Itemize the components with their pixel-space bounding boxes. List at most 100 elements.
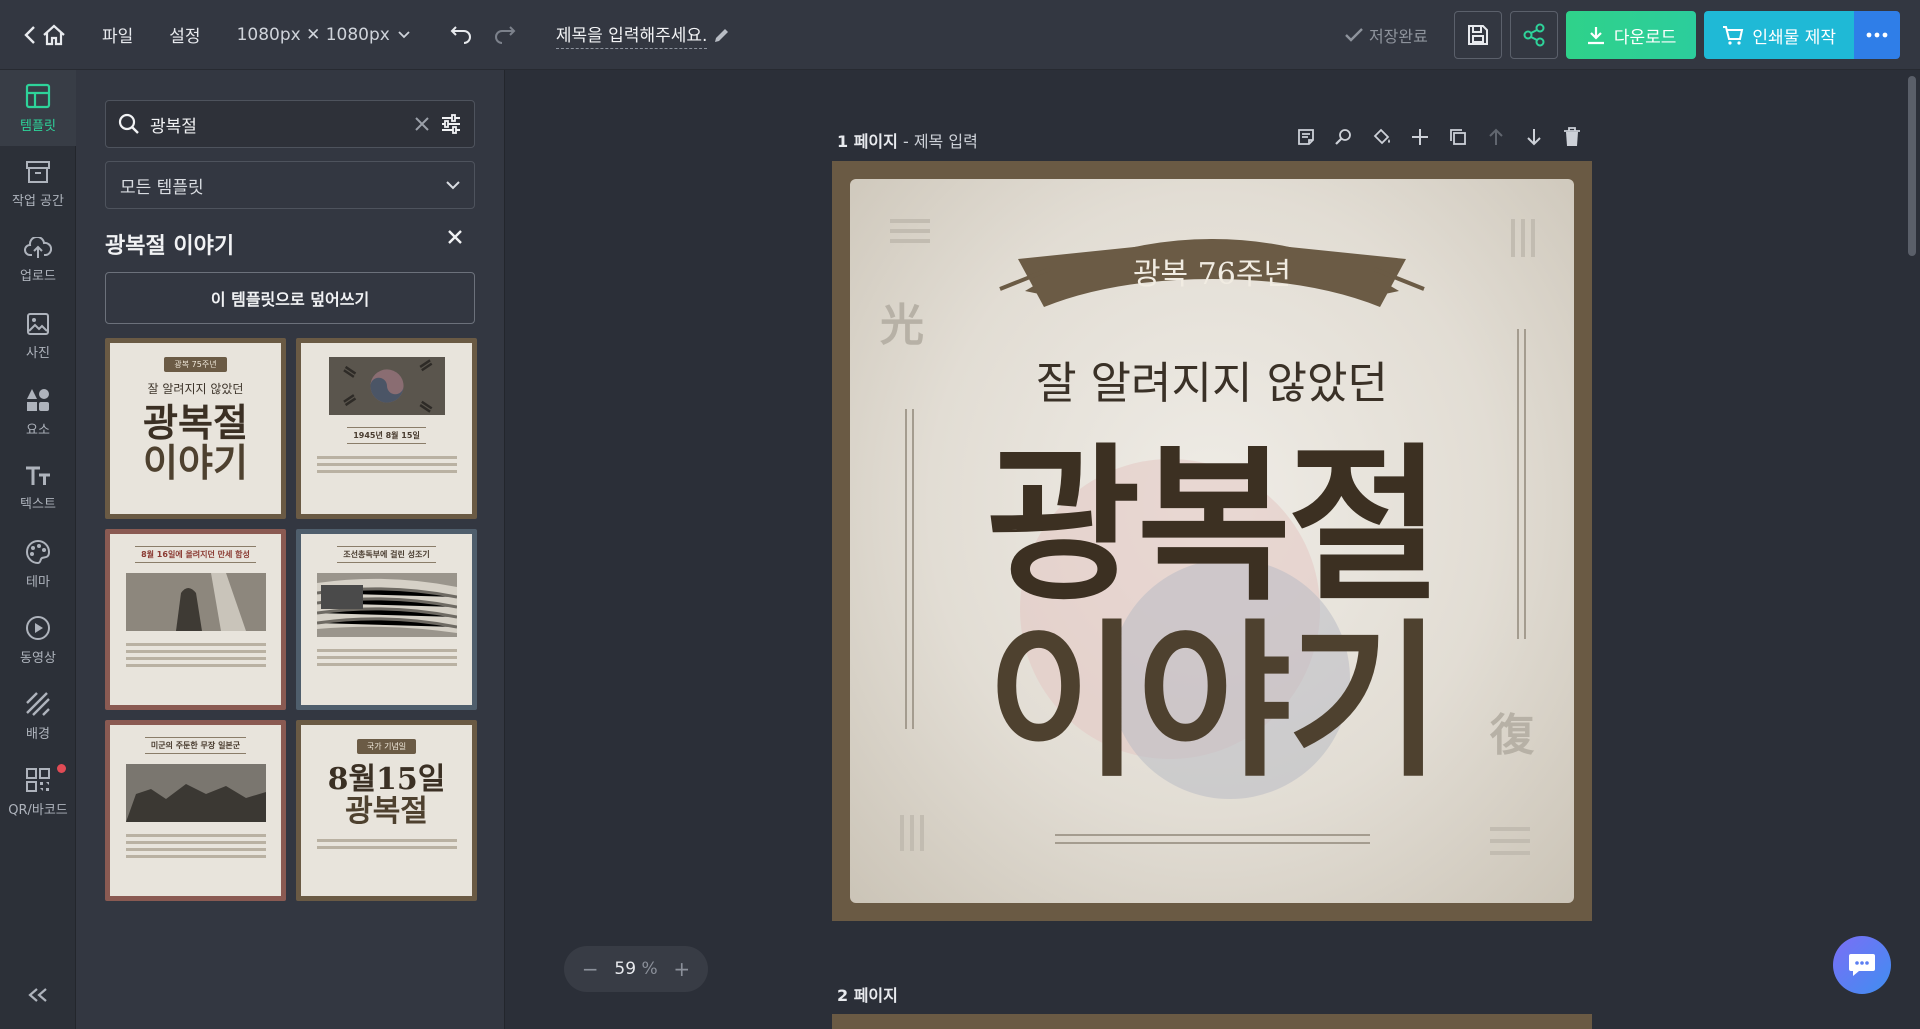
page-delete-button[interactable] (1560, 125, 1584, 149)
rail-item-template[interactable]: 템플릿 (0, 70, 76, 146)
template-filter-select[interactable]: 모든 템플릿 (105, 161, 475, 209)
paper-background: 광복 76주년 잘 알려지지 않았던 광복절 이야기 光 復 (850, 179, 1574, 903)
page-magic-button[interactable] (1332, 125, 1356, 149)
search-icon (118, 113, 139, 134)
template-thumbnail-grid: 광복 75주년 잘 알려지지 않았던 광복절 이야기 1945년 8월 15일 … (105, 338, 477, 901)
top-bar-left: 파일 설정 1080px ✕ 1080px 제목을 입력해주세요. (0, 0, 731, 69)
print-button[interactable]: 인쇄물 제작 (1704, 11, 1854, 59)
chevron-left-icon (24, 25, 35, 44)
page-2-canvas-edge[interactable] (832, 1014, 1592, 1029)
thumbnail-heading: 조선총독부에 걸린 성조기 (337, 546, 436, 563)
menu-settings[interactable]: 설정 (169, 22, 200, 47)
magic-search-icon (1335, 129, 1351, 145)
search-input[interactable] (150, 114, 404, 134)
page-duplicate-button[interactable] (1446, 125, 1470, 149)
save-button[interactable] (1453, 11, 1502, 59)
canvas-workspace: 1 페이지 - 제목 입력 광복 76주년 잘 알려지지 않았던 광복절 이야기… (506, 70, 1902, 1029)
filter-icon[interactable] (440, 114, 462, 134)
check-icon (1345, 28, 1363, 42)
design-subtitle[interactable]: 잘 알려지지 않았던 (850, 347, 1574, 411)
design-canvas[interactable]: 광복 76주년 잘 알려지지 않았던 광복절 이야기 光 復 (832, 161, 1592, 921)
rail-label-elements: 요소 (26, 422, 50, 438)
zoom-unit: % (641, 959, 658, 979)
rail-item-elements[interactable]: 요소 (0, 374, 76, 450)
filter-select-value: 모든 템플릿 (120, 177, 204, 198)
qr-icon (26, 767, 50, 792)
top-bar-right: 저장완료 다운로드 인쇄물 제작 (1345, 11, 1900, 59)
thumbnail-body-lines (316, 452, 457, 477)
thumbnail-heading: 8월 16일에 올려지던 만세 함성 (135, 546, 256, 563)
chevron-down-icon (446, 180, 460, 189)
hanja-right[interactable]: 復 (1490, 699, 1534, 763)
thumbnail-preview: 8월 16일에 올려지던 만세 함성 (110, 534, 281, 705)
us-flag-image (316, 573, 457, 637)
redo-icon[interactable] (494, 25, 516, 44)
rail-label-video: 동영상 (20, 650, 56, 666)
thumbnail-title-1: 광복절 (143, 400, 248, 445)
template-thumbnail[interactable]: 조선총독부에 걸린 성조기 (296, 529, 477, 710)
rail-item-theme[interactable]: 테마 (0, 526, 76, 602)
page-move-up-button[interactable] (1484, 125, 1508, 149)
rail-item-qr[interactable]: QR/바코드 (0, 754, 76, 830)
canvas-size-select[interactable]: 1080px ✕ 1080px (237, 25, 410, 45)
thumbnail-preview: 광복 75주년 잘 알려지지 않았던 광복절 이야기 (110, 343, 281, 514)
template-icon (25, 83, 51, 108)
arrow-up-icon (1489, 128, 1503, 145)
page-1-label[interactable]: 1 페이지 - 제목 입력 (837, 128, 978, 152)
theme-icon (26, 539, 51, 564)
template-thumbnail[interactable]: 국가 기념일 8월15일 광복절 (296, 720, 477, 901)
rail-item-background[interactable]: 배경 (0, 678, 76, 754)
thumbnail-body-lines (125, 830, 266, 862)
menu-file[interactable]: 파일 (102, 22, 133, 47)
design-title-line-2[interactable]: 이야기 (850, 617, 1574, 785)
zoom-value[interactable]: 59 % (614, 959, 657, 979)
template-thumbnail[interactable]: 광복 75주년 잘 알려지지 않았던 광복절 이야기 (105, 338, 286, 519)
download-button[interactable]: 다운로드 (1565, 11, 1697, 59)
thumbnail-title-2: 광복절 (345, 793, 428, 829)
page-note-button[interactable] (1294, 125, 1318, 149)
panel-close-button[interactable] (446, 228, 464, 250)
share-icon (1523, 23, 1545, 47)
rail-item-photo[interactable]: 사진 (0, 298, 76, 374)
template-thumbnail[interactable]: 1945년 8월 15일 (296, 338, 477, 519)
rail-item-text[interactable]: 텍스트 (0, 450, 76, 526)
thumbnail-body-lines (316, 645, 457, 670)
design-title-line-1[interactable]: 광복절 (850, 441, 1574, 609)
zoom-out-button[interactable]: − (582, 957, 599, 981)
template-thumbnail[interactable]: 미군의 주둔한 무장 일본군 (105, 720, 286, 901)
notification-dot (57, 764, 66, 773)
share-button[interactable] (1509, 11, 1558, 59)
paint-bucket-icon (1373, 128, 1390, 145)
document-title[interactable]: 제목을 입력해주세요. (555, 21, 732, 49)
rail-item-workspace[interactable]: 작업 공간 (0, 146, 76, 222)
page-1-sep: - (897, 132, 914, 151)
rail-item-upload[interactable]: 업로드 (0, 222, 76, 298)
thumbnail-preview: 미군의 주둔한 무장 일본군 (110, 725, 281, 896)
download-icon (1587, 27, 1604, 45)
more-options-button[interactable] (1854, 11, 1900, 59)
overwrite-template-button[interactable]: 이 템플릿으로 덮어쓰기 (105, 272, 475, 324)
page-2-label[interactable]: 2 페이지 (837, 982, 898, 1006)
document-title-text[interactable]: 제목을 입력해주세요. (555, 21, 708, 49)
zoom-in-button[interactable]: + (673, 957, 690, 981)
pencil-icon (715, 28, 729, 42)
clear-icon[interactable] (414, 116, 430, 132)
thumbnail-subtitle: 잘 알려지지 않았던 (147, 382, 244, 396)
page-fill-button[interactable] (1370, 125, 1394, 149)
anniversary-ribbon-text[interactable]: 광복 76주년 (850, 249, 1574, 293)
undo-icon[interactable] (450, 25, 472, 44)
scrollbar-thumb[interactable] (1908, 76, 1916, 256)
rail-item-video[interactable]: 동영상 (0, 602, 76, 678)
page-1-title[interactable]: 제목 입력 (914, 132, 978, 151)
thumbnail-body-lines (125, 639, 266, 671)
back-home-button[interactable] (24, 24, 66, 46)
page-move-down-button[interactable] (1522, 125, 1546, 149)
workspace-scrollbar[interactable] (1902, 70, 1920, 1029)
chat-icon (1849, 954, 1875, 976)
hanja-left[interactable]: 光 (880, 289, 924, 353)
template-thumbnail[interactable]: 8월 16일에 올려지던 만세 함성 (105, 529, 286, 710)
collapse-rail-button[interactable] (0, 987, 76, 1003)
template-panel: 모든 템플릿 광복절 이야기 이 템플릿으로 덮어쓰기 광복 75주년 잘 알려… (76, 70, 505, 1029)
chat-support-button[interactable] (1833, 936, 1891, 994)
page-add-button[interactable] (1408, 125, 1432, 149)
